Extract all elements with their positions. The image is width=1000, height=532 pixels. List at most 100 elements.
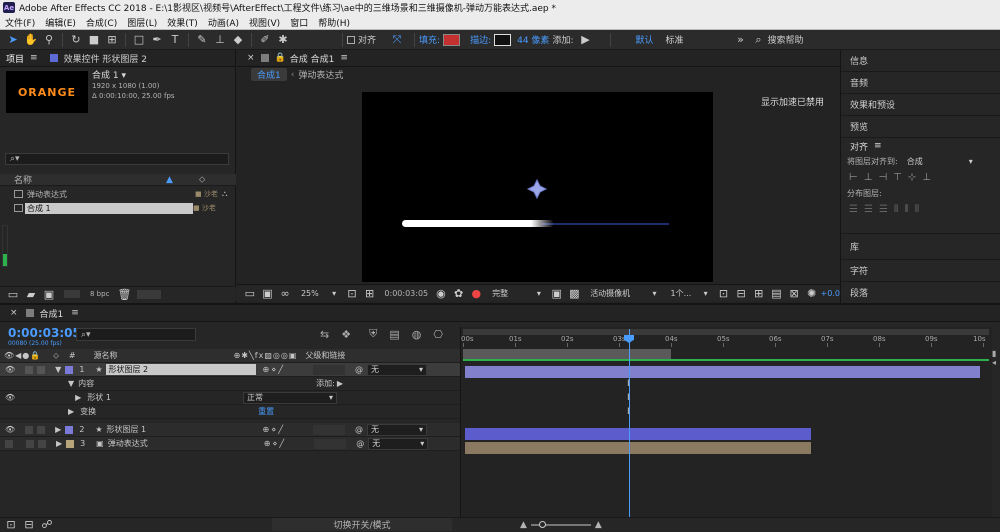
layer-name[interactable]: 形状图层 1 <box>106 424 256 435</box>
zoom-in-icon[interactable]: ▲ <box>595 520 602 530</box>
panel-preview[interactable]: 预览 <box>841 116 1000 138</box>
timeline-track-area[interactable]: 00s 01s 02s 03s 04s 05s 06s 07s 08s 09s 10s I I I <box>460 327 992 523</box>
camera-tool-icon[interactable]: ■ <box>87 33 101 47</box>
bit-depth-button[interactable]: 8 bpc <box>90 290 109 298</box>
exposure-reset-icon[interactable]: ✺ <box>805 286 819 300</box>
layer-switch-slots[interactable] <box>314 438 347 449</box>
workspace-standard[interactable]: 标准 <box>666 33 684 46</box>
panel-library[interactable]: 库 <box>841 234 1000 260</box>
comp-canvas[interactable] <box>362 92 713 282</box>
tab-menu-icon[interactable]: ≡ <box>340 53 348 63</box>
zoom-handle-top-icon[interactable]: ▮ <box>992 349 1000 358</box>
in-out-pane-icon[interactable]: ☍ <box>40 518 54 532</box>
source-name-header[interactable]: 源名称 <box>94 350 118 361</box>
vr-glasses-icon[interactable]: ∞ <box>278 286 292 300</box>
align-checkbox[interactable] <box>347 35 355 44</box>
transparency-grid-icon[interactable]: ▩ <box>568 286 582 300</box>
parent-dropdown[interactable]: 无 ▾ <box>367 363 428 376</box>
layer-name[interactable]: 弹动表达式 <box>108 438 258 449</box>
layer-switch-slots[interactable] <box>313 424 346 435</box>
layer-switch-slots[interactable] <box>313 364 346 375</box>
region-icon[interactable]: ▣ <box>550 286 564 300</box>
panel-paragraph[interactable]: 段落 <box>841 282 1000 304</box>
timeline-search-input[interactable]: ⌕▾ <box>76 328 196 341</box>
comp-info-name[interactable]: 合成 1 ▾ <box>92 71 175 81</box>
parent-dropdown[interactable]: 无 ▾ <box>368 437 429 450</box>
property-row-transform[interactable]: ▶ 变换 重置 <box>0 405 460 419</box>
panel-character[interactable]: 字符 <box>841 260 1000 282</box>
pickwhip-icon[interactable]: @ <box>356 439 364 448</box>
blend-mode-dropdown[interactable]: 正常 ▾ <box>242 391 337 404</box>
fill-color-swatch[interactable] <box>443 33 461 46</box>
distribute-hcenter-icon[interactable]: ⦀ <box>904 204 908 215</box>
modes-pane-icon[interactable]: ⊟ <box>22 518 36 532</box>
brush-tool-icon[interactable]: ✎ <box>195 33 209 47</box>
parent-dropdown[interactable]: 无 ▾ <box>367 423 428 436</box>
layer-bar-3[interactable] <box>465 442 811 454</box>
property-row-shape[interactable]: 👁 ▶ 形状 1 正常 ▾ <box>0 391 460 405</box>
layer-bar-2[interactable] <box>465 428 811 440</box>
distribute-top-icon[interactable]: ☰ <box>849 204 858 215</box>
resolution-dropdown[interactable]: 完整 ▾ <box>489 287 544 299</box>
tab-menu-icon[interactable]: ≡ <box>30 53 38 63</box>
always-preview-icon[interactable]: ▭ <box>243 286 257 300</box>
solo-toggle[interactable] <box>25 365 34 374</box>
breadcrumb-next-comp[interactable]: 弹动表达式 <box>298 68 343 81</box>
property-row-contents[interactable]: ▼ 内容 添加: ▶ <box>0 377 460 391</box>
new-folder-icon[interactable]: ▰ <box>24 287 38 301</box>
region-of-interest-icon[interactable]: ⊞ <box>363 286 377 300</box>
fast-preview-icon[interactable]: ⊞ <box>752 286 766 300</box>
layer-name[interactable]: 形状图层 2 <box>106 364 257 375</box>
menu-composition[interactable]: 合成(C) <box>81 16 122 29</box>
sort-up-icon[interactable]: ▲ <box>166 175 173 185</box>
reset-link[interactable]: 重置 <box>258 406 274 417</box>
eraser-tool-icon[interactable]: ◆ <box>231 33 245 47</box>
menu-window[interactable]: 窗口 <box>285 16 313 29</box>
collapsed-twirl-icon[interactable]: ▶ <box>68 407 74 416</box>
color-channels-icon[interactable]: ● <box>469 286 483 300</box>
visibility-eye-icon[interactable]: 👁 <box>5 393 15 402</box>
layer-row[interactable]: 👁 ▼ 1 ★ 形状图层 2 ⊕⋄╱ @ 无 ▾ <box>0 363 460 377</box>
search-help-input[interactable]: 搜索帮助 <box>768 33 804 46</box>
tab-menu-icon[interactable]: ≡ <box>71 308 79 318</box>
selection-tool-icon[interactable]: ➤ <box>6 33 20 47</box>
layer-label-color[interactable] <box>66 439 75 448</box>
layer-switches[interactable]: ⊕⋄╱ <box>262 365 285 374</box>
zoom-slider[interactable] <box>530 520 591 528</box>
draft-3d-icon[interactable]: ❖ <box>341 328 351 341</box>
solo-toggle[interactable] <box>25 425 34 434</box>
add-property-icon[interactable]: ▶ <box>337 379 343 388</box>
project-list-item[interactable]: 弹动表达式 ■ 沙老 ⛬ <box>0 188 236 200</box>
stroke-color-swatch[interactable] <box>494 33 512 46</box>
show-snapshot-icon[interactable]: ✿ <box>452 286 466 300</box>
layer-label-color[interactable] <box>65 365 74 374</box>
pan-behind-tool-icon[interactable]: ⊞ <box>105 33 119 47</box>
time-ruler[interactable]: 00s 01s 02s 03s 04s 05s 06s 07s 08s 09s 10s <box>461 335 991 347</box>
align-vcenter-icon[interactable]: ⊹ <box>908 172 916 183</box>
parent-link-header[interactable]: 父级和链接 <box>305 350 345 361</box>
workspace-default[interactable]: 默认 <box>635 33 653 46</box>
frame-blending-icon[interactable]: ▤ <box>389 328 399 341</box>
breadcrumb-active-comp[interactable]: 合成1 <box>251 68 287 81</box>
expand-twirl-icon[interactable]: ▼ <box>55 365 61 374</box>
viewer-timecode[interactable]: 0:00:03:05 <box>384 289 428 298</box>
rotate-tool-icon[interactable]: ↻ <box>69 33 83 47</box>
zoom-slider-thumb[interactable] <box>538 520 546 528</box>
zoom-out-icon[interactable]: ▲ <box>520 520 527 530</box>
menu-file[interactable]: 文件(F) <box>0 16 40 29</box>
motion-blur-icon[interactable]: ◍ <box>412 328 422 341</box>
panel-effects-presets[interactable]: 效果和预设 <box>841 94 1000 116</box>
name-column-header[interactable]: 名称 <box>14 173 32 186</box>
lock-toggle[interactable] <box>38 439 46 448</box>
lock-toggle[interactable] <box>37 365 46 374</box>
exposure-value[interactable]: +0.0 <box>821 289 840 298</box>
layer-label-color[interactable] <box>65 425 74 434</box>
distribute-left-icon[interactable]: ⦀ <box>894 204 898 215</box>
trash-icon[interactable]: 🗑 <box>117 287 131 301</box>
label-column-icon[interactable]: ⬦ <box>199 175 205 185</box>
rectangle-tool-icon[interactable]: □ <box>132 33 146 47</box>
menu-edit[interactable]: 编辑(E) <box>40 16 81 29</box>
align-hcenter-icon[interactable]: ⊥ <box>864 172 873 183</box>
menu-view[interactable]: 视图(V) <box>244 16 285 29</box>
tab-project[interactable]: 项目 <box>6 52 24 65</box>
